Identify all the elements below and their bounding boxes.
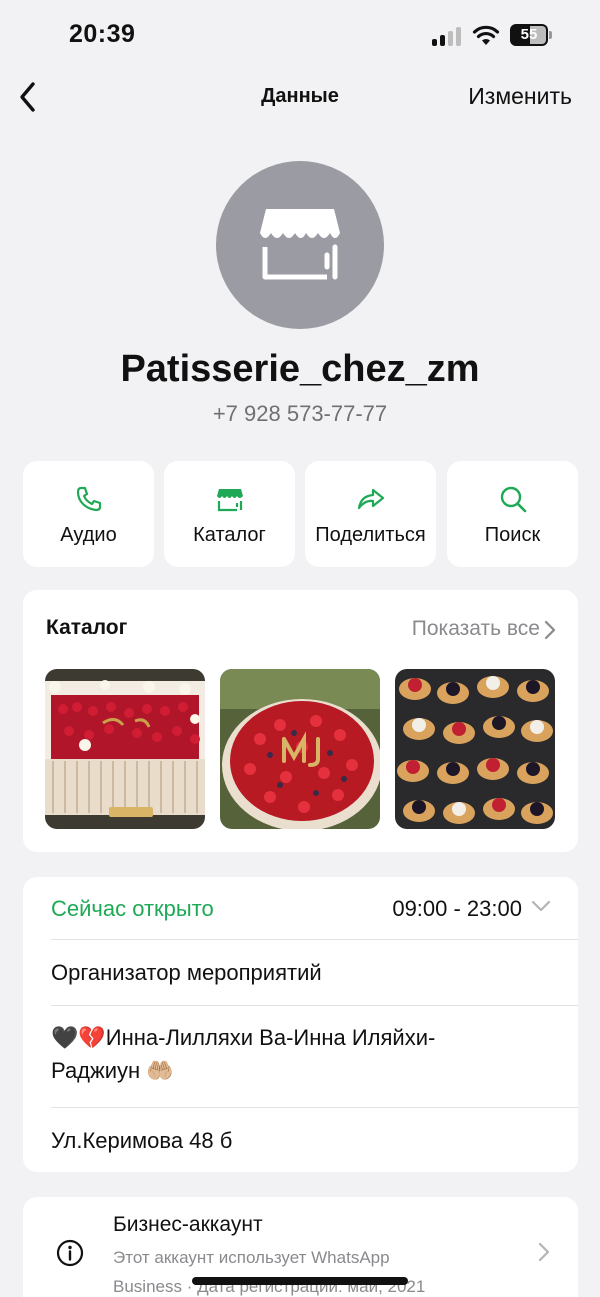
business-description-line1: 🖤💔Инна-Лилляхи Ва-Инна Иляйхи-: [51, 1025, 436, 1050]
cake-strawberry-image: [45, 669, 205, 829]
catalog-button[interactable]: Каталог: [164, 461, 295, 567]
business-hours: 09:00 - 23:00: [392, 896, 522, 921]
catalog-item-cake-strawberry[interactable]: [45, 669, 205, 829]
open-status: Сейчас открыто: [51, 896, 214, 921]
business-address: Ул.Керимова 48 б: [51, 1128, 233, 1153]
business-category: Организатор мероприятий: [51, 960, 322, 985]
status-bar: 20:39 55: [0, 0, 600, 70]
storefront-icon: [260, 209, 340, 280]
profile-name: Patisserie_chez_zm: [120, 348, 480, 390]
search-label: Поиск: [484, 524, 541, 546]
catalog-section: Каталог Показать все: [23, 590, 578, 852]
chevron-down-icon[interactable]: [530, 899, 552, 913]
business-info-section: Сейчас открыто 09:00 - 23:00 Организатор…: [23, 877, 578, 1172]
phone-icon: [76, 486, 101, 512]
edit-button[interactable]: Изменить: [468, 83, 572, 110]
search-icon: [500, 486, 526, 513]
share-button[interactable]: Поделиться: [305, 461, 436, 567]
category-row: Организатор мероприятий: [51, 940, 578, 1006]
business-description-line2: Раджиун 🤲🏼: [51, 1058, 174, 1083]
cellular-signal-icon: [432, 26, 464, 46]
chevron-right-icon[interactable]: [544, 620, 556, 640]
audio-call-label: Аудио: [60, 524, 117, 546]
catalog-item-berry-tartlets[interactable]: [395, 669, 555, 829]
berry-tart-image: [220, 669, 380, 829]
action-buttons: Аудио Каталог Поделиться Поиск: [23, 461, 578, 567]
storefront-icon: [216, 489, 243, 512]
profile-phone: +7 928 573-77-77: [212, 401, 388, 426]
share-label: Поделиться: [315, 524, 426, 546]
business-account-description-line1: Этот аккаунт использует WhatsApp: [113, 1248, 390, 1267]
business-account-description: Этот аккаунт использует WhatsApp Busines…: [113, 1243, 473, 1297]
audio-call-button[interactable]: Аудио: [23, 461, 154, 567]
show-all-link[interactable]: Показать все: [412, 617, 540, 641]
berry-tartlets-image: [395, 669, 555, 829]
catalog-title: Каталог: [46, 616, 128, 639]
status-time: 20:39: [69, 20, 136, 48]
info-icon: [56, 1239, 84, 1267]
battery-level-text: 55: [520, 26, 538, 43]
catalog-label: Каталог: [193, 524, 266, 546]
avatar[interactable]: [216, 161, 384, 329]
catalog-item-berry-tart[interactable]: [220, 669, 380, 829]
share-arrow-icon: [357, 488, 384, 510]
business-account-title: Бизнес-аккаунт: [113, 1213, 263, 1236]
battery-icon: 55: [510, 24, 554, 46]
home-indicator[interactable]: [192, 1277, 408, 1285]
address-row[interactable]: Ул.Керимова 48 б: [51, 1108, 578, 1172]
search-button[interactable]: Поиск: [447, 461, 578, 567]
chevron-right-icon: [538, 1242, 550, 1262]
wifi-icon: [472, 25, 500, 45]
hours-row[interactable]: Сейчас открыто 09:00 - 23:00: [51, 877, 578, 940]
description-row: 🖤💔Инна-Лилляхи Ва-Инна Иляйхи- Раджиун 🤲…: [51, 1006, 578, 1108]
